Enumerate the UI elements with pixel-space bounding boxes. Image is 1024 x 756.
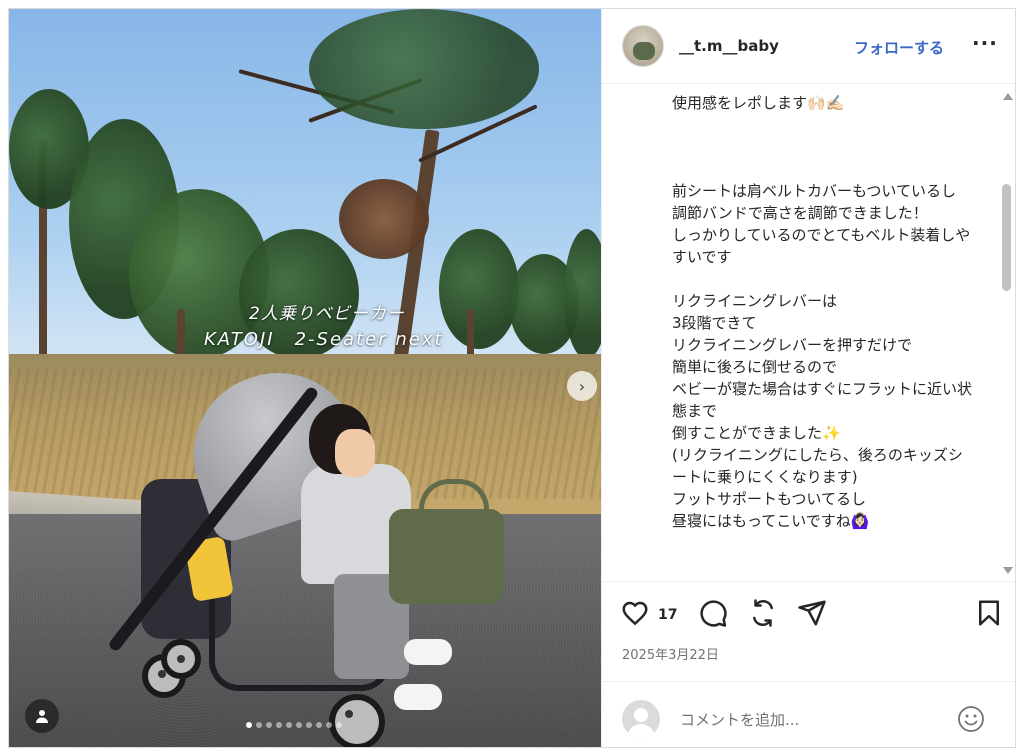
tagged-users-button[interactable] [25, 699, 59, 733]
repost-icon [753, 599, 773, 627]
comment-composer [602, 681, 1015, 747]
post-header: __t.m__baby フォローする ··· [602, 9, 1015, 84]
carousel-dot [276, 722, 282, 728]
carousel-dots [246, 722, 342, 728]
carousel-next-button[interactable]: › [567, 371, 597, 401]
carousel-dot [246, 722, 252, 728]
save-button[interactable] [974, 598, 1004, 628]
author-username[interactable]: __t.m__baby [679, 37, 779, 55]
tree-canopy [564, 229, 601, 359]
like-count[interactable]: 17 [658, 607, 677, 623]
post-modal: 2人乗りベビーカー KATOJI 2-Seater next › __t.m__… [8, 8, 1016, 748]
carousel-dot [296, 722, 302, 728]
follow-button[interactable]: フォローする [854, 37, 944, 58]
post-date[interactable]: 2025年3月22日 [622, 644, 719, 663]
post-photo: 2人乗りベビーカー KATOJI 2-Seater next › [9, 9, 601, 747]
carousel-dot [306, 722, 312, 728]
post-actions: 17 2025年3月22日 [602, 581, 1015, 682]
stroller-bag [389, 509, 504, 604]
carousel-dot [336, 722, 342, 728]
author-avatar[interactable] [622, 25, 664, 67]
smiley-icon [958, 706, 984, 732]
comment-input[interactable] [678, 706, 952, 734]
send-button[interactable] [797, 598, 827, 628]
like-button[interactable] [620, 598, 650, 628]
image-overlay-model: KATOJI 2-Seater next [204, 329, 444, 350]
caption-scroll-area[interactable]: 使用感をレポします🙌🏻✍🏻 前シートは肩ベルトカバーもついているし 調節バンドで… [602, 84, 1015, 579]
carousel-dot [286, 722, 292, 728]
comment-icon [700, 600, 727, 627]
image-overlay-title: 2人乗りベビーカー [249, 304, 405, 324]
scroll-down-arrow-icon[interactable] [1003, 567, 1013, 574]
caption-scrollbar[interactable] [1000, 89, 1014, 579]
user-tag-icon [36, 710, 48, 723]
bookmark-icon [979, 600, 999, 626]
stroller-wheel [329, 694, 385, 747]
carousel-dot [266, 722, 272, 728]
carousel-dot [256, 722, 262, 728]
send-icon [798, 600, 826, 626]
stroller-wheel [161, 639, 201, 679]
post-caption: 使用感をレポします🙌🏻✍🏻 前シートは肩ベルトカバーもついているし 調節バンドで… [672, 94, 973, 530]
carousel-dot [316, 722, 322, 728]
comment-button[interactable] [698, 598, 728, 628]
tree-canopy [439, 229, 519, 349]
child-shoe [394, 684, 442, 710]
more-options-button[interactable]: ··· [972, 31, 998, 55]
emoji-button[interactable] [956, 704, 986, 734]
child-shoe [404, 639, 452, 665]
scrollbar-thumb[interactable] [1002, 184, 1011, 291]
tree-canopy [339, 179, 429, 259]
child-face [335, 429, 375, 477]
viewer-avatar [622, 700, 660, 738]
repost-button[interactable] [748, 598, 778, 628]
chevron-right-icon: › [578, 376, 586, 396]
carousel-dot [326, 722, 332, 728]
tree-canopy [309, 9, 539, 129]
scroll-up-arrow-icon[interactable] [1003, 93, 1013, 100]
post-side-panel: __t.m__baby フォローする ··· 使用感をレポします🙌🏻✍🏻 前シー… [601, 9, 1015, 747]
heart-icon [622, 601, 648, 626]
